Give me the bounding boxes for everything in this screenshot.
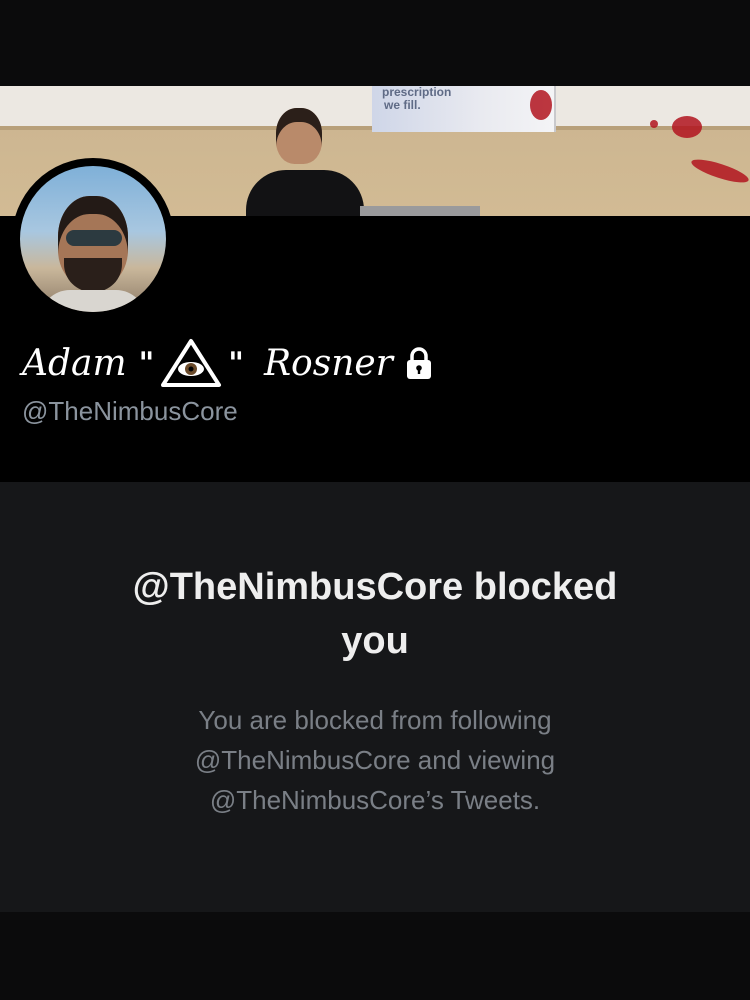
blood-splatter <box>530 90 552 120</box>
illuminati-eye-icon <box>161 339 222 387</box>
blood-splatter <box>689 155 750 187</box>
blocked-title-line-2: you <box>341 620 409 662</box>
blocked-message-line-1: You are blocked from following <box>198 705 552 735</box>
profile-avatar[interactable] <box>12 158 174 320</box>
lock-icon <box>406 347 431 379</box>
sunglasses <box>66 230 122 246</box>
blood-splatter <box>650 120 658 128</box>
display-name-quote-close: " <box>228 345 244 381</box>
profile-handle: @TheNimbusCore <box>22 396 238 426</box>
display-name-quote-open: " <box>138 345 155 381</box>
banner-bench <box>360 206 480 216</box>
bottom-bar <box>0 912 750 1000</box>
poster-line-2: we fill. <box>384 98 421 112</box>
display-name-first: Adam <box>22 342 127 384</box>
blocked-panel <box>0 482 750 912</box>
blocked-title-line-1: @TheNimbusCore blocked <box>132 566 618 608</box>
blocked-message-line-2: @TheNimbusCore and viewing <box>194 745 556 775</box>
banner-poster: prescription we fill. <box>372 86 556 132</box>
blood-splatter <box>672 116 702 138</box>
banner-person-head <box>276 108 322 164</box>
banner-person-body <box>246 170 364 216</box>
display-name-last: Rosner <box>263 342 393 384</box>
profile-display-name: Adam " " Rosner <box>22 338 433 388</box>
top-bar <box>0 0 750 86</box>
blocked-title: @TheNimbusCore blocked you <box>40 560 710 668</box>
blocked-message: You are blocked from following @TheNimbu… <box>60 700 690 820</box>
blocked-message-line-3: @TheNimbusCore’s Tweets. <box>209 785 541 815</box>
